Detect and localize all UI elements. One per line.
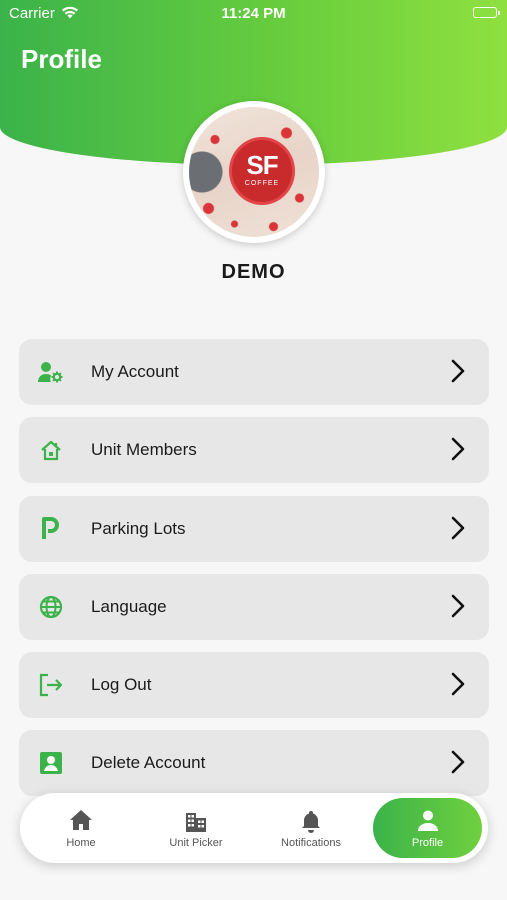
- menu-item-label: Delete Account: [91, 753, 206, 772]
- menu-item-label: Language: [91, 597, 167, 616]
- home-icon: [26, 809, 136, 831]
- menu-item-unit-members[interactable]: Unit Members: [19, 417, 489, 483]
- avatar-image: SF COFFEE: [189, 107, 319, 237]
- menu-item-language[interactable]: Language: [19, 574, 489, 640]
- bottom-nav: Home Unit Picker Notifications Profile: [20, 793, 488, 863]
- menu-item-label: Parking Lots: [91, 519, 186, 538]
- globe-icon: [38, 595, 64, 619]
- nav-label: Home: [66, 837, 96, 849]
- menu-item-log-out[interactable]: Log Out: [19, 652, 489, 718]
- nav-item-home[interactable]: Home: [26, 793, 136, 863]
- nav-item-unit-picker[interactable]: Unit Picker: [141, 793, 251, 863]
- bell-icon: [256, 809, 366, 833]
- clock-time: 11:24 PM: [221, 5, 286, 22]
- building-icon: [141, 809, 251, 833]
- nav-item-profile[interactable]: Profile: [373, 798, 482, 858]
- logout-icon: [38, 673, 64, 697]
- coffee-logo: SF COFFEE: [232, 140, 292, 202]
- menu-item-label: Unit Members: [91, 440, 197, 459]
- menu-item-my-account[interactable]: My Account: [19, 339, 489, 405]
- nav-item-notifications[interactable]: Notifications: [256, 793, 366, 863]
- menu-item-parking-lots[interactable]: Parking Lots: [19, 496, 489, 562]
- nav-label: Notifications: [281, 837, 341, 849]
- chevron-right-icon: [451, 594, 465, 623]
- menu-item-delete-account[interactable]: Delete Account: [19, 730, 489, 796]
- chevron-right-icon: [451, 516, 465, 545]
- avatar[interactable]: SF COFFEE: [183, 101, 325, 243]
- person-icon: [373, 809, 482, 833]
- page-title: Profile: [21, 44, 102, 74]
- username: DEMO: [221, 261, 286, 283]
- nav-label: Profile: [411, 837, 444, 849]
- parking-icon: [38, 517, 64, 541]
- menu-item-label: Log Out: [91, 675, 152, 694]
- chevron-right-icon: [451, 750, 465, 779]
- user-gear-icon: [38, 360, 64, 384]
- menu-item-label: My Account: [91, 362, 179, 381]
- chevron-right-icon: [451, 672, 465, 701]
- home-icon: [38, 438, 64, 462]
- battery-icon: [473, 7, 500, 18]
- nav-label: Unit Picker: [169, 837, 223, 849]
- status-bar: Carrier 11:24 PM: [0, 0, 507, 30]
- account-box-icon: [38, 751, 64, 775]
- chevron-right-icon: [451, 437, 465, 466]
- chevron-right-icon: [451, 359, 465, 388]
